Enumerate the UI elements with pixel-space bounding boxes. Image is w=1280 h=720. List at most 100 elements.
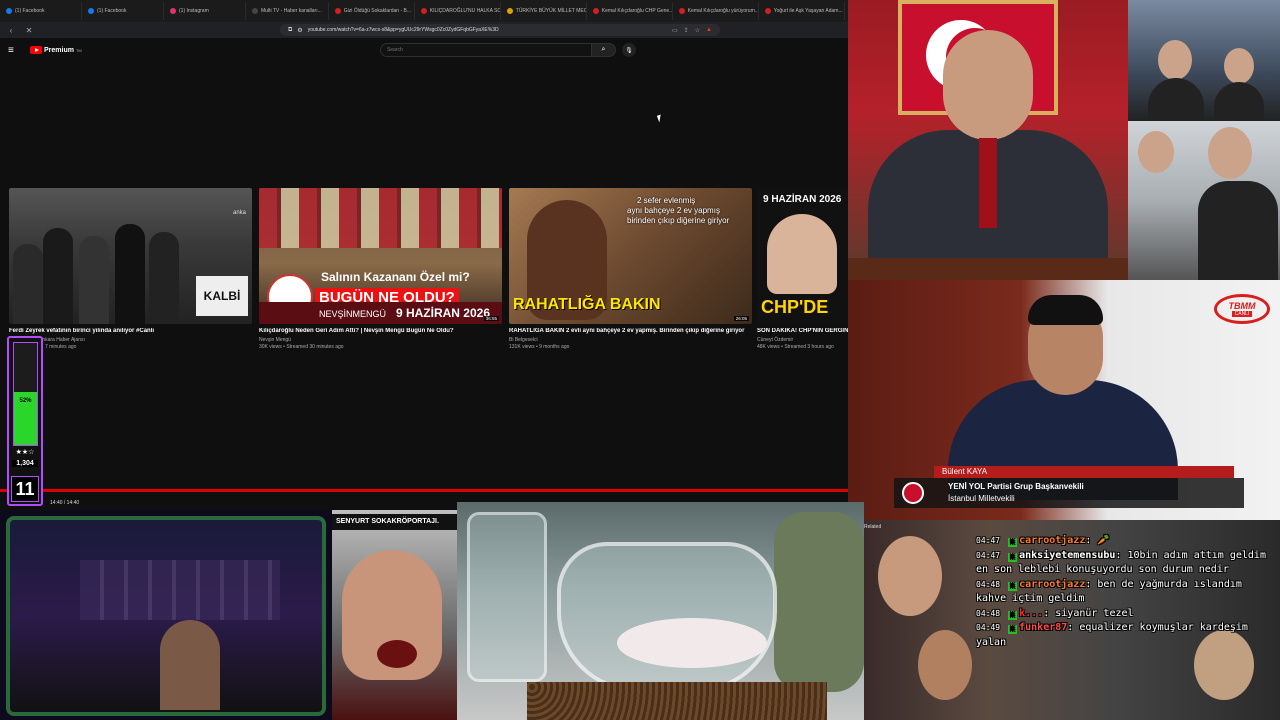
street-interview-panel: SENYURT SOKAKRÖPORTAJI. <box>332 510 457 720</box>
chat-message: 04:47 Kanksiyetemensubu: 10bin adım attı… <box>976 549 1276 578</box>
browser-tab[interactable]: (1) Instagram <box>164 2 246 20</box>
speaker-name: Bülent KAYA <box>934 466 1234 478</box>
thumbnail-date: 9 HAZİRAN 2026 <box>395 306 490 320</box>
video-title[interactable]: Ferdi Zeyrek vefatının birinci yılında a… <box>9 328 254 334</box>
chat-username[interactable]: carrootjazz <box>1019 579 1085 590</box>
browser-tab[interactable]: Kemal Kılıçdaroğlu CHP Gene... <box>587 2 673 20</box>
tab-favicon-icon <box>678 8 685 14</box>
streamer-webcam-panel <box>0 510 332 720</box>
meter-percent: 52% <box>19 398 32 404</box>
search-button[interactable]: ⌕ <box>592 43 616 57</box>
tbmm-logo: TBMM CANLI <box>1214 294 1270 324</box>
end-screen-video-1[interactable]: anka KALBİ Ferdi Zeyrek vefatının birinc… <box>9 188 254 350</box>
video-progress-bar[interactable] <box>0 489 848 492</box>
thumbnail-caption-line: birinden çıkıp diğerine giriyor <box>627 216 730 225</box>
screen: (1) Facebook (1) Facebook (1) Instagram Mul… <box>0 0 1280 720</box>
youtube-logo[interactable]: Premium TM <box>30 46 82 54</box>
cast-icon[interactable]: ▭ <box>672 27 678 34</box>
portrait-video-panel: ★ <box>848 0 1128 280</box>
hamster <box>617 618 767 668</box>
share-icon[interactable]: ⇪ <box>684 27 689 34</box>
browser-tab[interactable]: Kemal Kılıçdaroğlu yürüyorum... <box>673 2 759 20</box>
tab-favicon-icon <box>506 8 513 14</box>
url-field[interactable]: ⧉ ⚙ youtube.com/watch?v=6a-z7wcx-s8&pp=y… <box>280 24 720 36</box>
browser-tab[interactable]: TÜRKİYE BÜYÜK MİLLET MECL... <box>501 2 587 20</box>
youtube-play-icon <box>30 46 42 54</box>
browser-tab[interactable]: (1) Facebook <box>0 2 82 20</box>
browser-tab[interactable]: Yoğurt ile Aşk Yaşayan Adam... <box>759 2 845 20</box>
browser-tab[interactable]: Multi TV - Haber kanalları... <box>246 2 329 20</box>
thumbnail-headline: RAHATLIĞA BAKIN <box>513 296 661 313</box>
end-screen-video-3[interactable]: 2 sefer evlenmiş aynı bahçeye 2 ev yapmı… <box>509 188 754 350</box>
chat-separator: : <box>1043 607 1056 619</box>
browser-tab[interactable]: KILIÇDAROĞLU'NU HALKA SO... <box>415 2 501 20</box>
lower-third: Bülent KAYA YENİ YOL Partisi Grup Başkan… <box>884 466 1244 510</box>
parliament-emblem-icon <box>902 482 924 504</box>
meter-track: 52% <box>13 342 38 446</box>
chat-username[interactable]: carrootjazz <box>1019 535 1085 546</box>
video-channel[interactable]: Ankara Haber Ajansı <box>9 337 254 343</box>
tab-label: Yoğurt ile Aşk Yaşayan Adam... <box>773 8 843 14</box>
video-thumbnail[interactable]: anka KALBİ <box>9 188 252 324</box>
kick-badge-icon: K <box>1008 552 1018 562</box>
chat-username[interactable]: funker87 <box>1019 622 1067 633</box>
chat-username[interactable]: k... <box>1019 608 1043 619</box>
video-duration: 26:05 <box>733 316 749 321</box>
star-icon[interactable]: ☆ <box>695 27 700 34</box>
extension-icon[interactable]: ▲ <box>706 27 712 34</box>
video-thumbnail[interactable]: 9 HAZİRAN 2026 CHP'DE <box>757 188 848 324</box>
chat-username[interactable]: anksiyetemensubu <box>1019 550 1115 561</box>
tab-label: (1) Facebook <box>15 8 45 14</box>
youtube-header: ≡ Premium TM ⌕ 🎙 <box>0 38 848 62</box>
video-meta: 131K views • 9 months ago <box>509 344 570 350</box>
reload-icon[interactable]: ✕ <box>24 26 34 35</box>
browser-tab[interactable]: (1) Facebook <box>82 2 164 20</box>
tab-favicon-icon <box>334 8 341 14</box>
search-input[interactable] <box>380 43 592 57</box>
chat-message: 04:48 Kcarrootjazz: ben de yağmurda ısla… <box>976 578 1276 607</box>
end-screen-video-4[interactable]: 9 HAZİRAN 2026 CHP'DE SON DAKİKA! CHP'Nİ… <box>757 188 848 350</box>
tab-favicon-icon <box>764 8 771 14</box>
site-info-icon[interactable]: ⚙ <box>297 27 302 34</box>
video-thumbnail[interactable]: 2 sefer evlenmiş aynı bahçeye 2 ev yapmı… <box>509 188 752 324</box>
end-screen-video-2[interactable]: Salının Kazananı Özel mi? BUGÜN NE OLDU?… <box>259 188 504 350</box>
thumbnail-caption: 2 sefer evlenmiş aynı bahçeye 2 ev yapmı… <box>627 196 729 226</box>
video-title[interactable]: RAHATLIĞA BAKIN 2 evli aynı bahçeye 2 ev… <box>509 328 754 334</box>
video-thumbnail[interactable]: Salının Kazananı Özel mi? BUGÜN NE OLDU?… <box>259 188 502 324</box>
chat-message-list: 04:47 Kcarrootjazz: 🥕 04:47 Kanksiyetemen… <box>976 534 1276 650</box>
video-meta: 30K views • Streamed 30 minutes ago <box>259 344 344 350</box>
menu-icon[interactable]: ≡ <box>8 45 22 56</box>
tab-favicon-icon <box>420 8 427 14</box>
tab-favicon-icon <box>88 8 94 14</box>
chat-timestamp: 04:47 <box>976 536 1001 545</box>
chat-timestamp: 04:48 <box>976 608 1001 618</box>
video-channel[interactable]: Bi Belgeselci <box>509 337 754 343</box>
video-channel[interactable]: Cüneyt Özdemir <box>757 337 848 343</box>
kick-badge-icon: K <box>1008 625 1018 634</box>
meter-number: 11 <box>11 476 39 502</box>
video-duration: 36:55 <box>483 316 499 321</box>
hamster-cam-panel <box>457 502 864 720</box>
browser-tab[interactable]: Gizi Öldüğü Sokaklardan - B... <box>329 2 415 20</box>
chat-timestamp: 04:47 <box>976 550 1001 560</box>
tab-label: Multi TV - Haber kanalları... <box>261 8 322 14</box>
bookmark-icon[interactable]: ⧉ <box>288 27 292 34</box>
video-title[interactable]: Kılıçdaroğlu Neden Geri Adım Attı? | Nev… <box>259 328 504 334</box>
video-timecode: 14:40 / 14:40 <box>50 500 80 506</box>
tab-favicon-icon <box>170 8 176 14</box>
thumbnail-sign: KALBİ <box>196 276 248 316</box>
chat-timestamp: 04:48 <box>976 579 1001 589</box>
tab-label: KILIÇDAROĞLU'NU HALKA SO... <box>429 8 501 14</box>
back-icon[interactable]: ‹ <box>6 26 16 35</box>
video-meta: 7 minutes ago <box>45 344 77 350</box>
video-channel[interactable]: Nevşin Mengü <box>259 337 504 343</box>
parliament-video-panel: TBMM CANLI Bülent KAYA YENİ YOL Partisi … <box>848 280 1280 520</box>
voice-search-button[interactable]: 🎙 <box>622 43 636 57</box>
chat-separator: : <box>1085 578 1098 590</box>
video-title[interactable]: SON DAKİKA! CHP'NİN GERGİN GÜNÜ! KILIÇDA… <box>757 328 848 334</box>
chat-message: 04:47 Kcarrootjazz: 🥕 <box>976 534 1276 549</box>
tab-label: (1) Facebook <box>97 8 127 14</box>
mic-icon: 🎙 <box>625 47 633 54</box>
street-banner: SENYURT SOKAKRÖPORTAJI. <box>332 514 457 530</box>
thumbnail-headline: Salının Kazananı Özel mi? <box>321 270 470 284</box>
